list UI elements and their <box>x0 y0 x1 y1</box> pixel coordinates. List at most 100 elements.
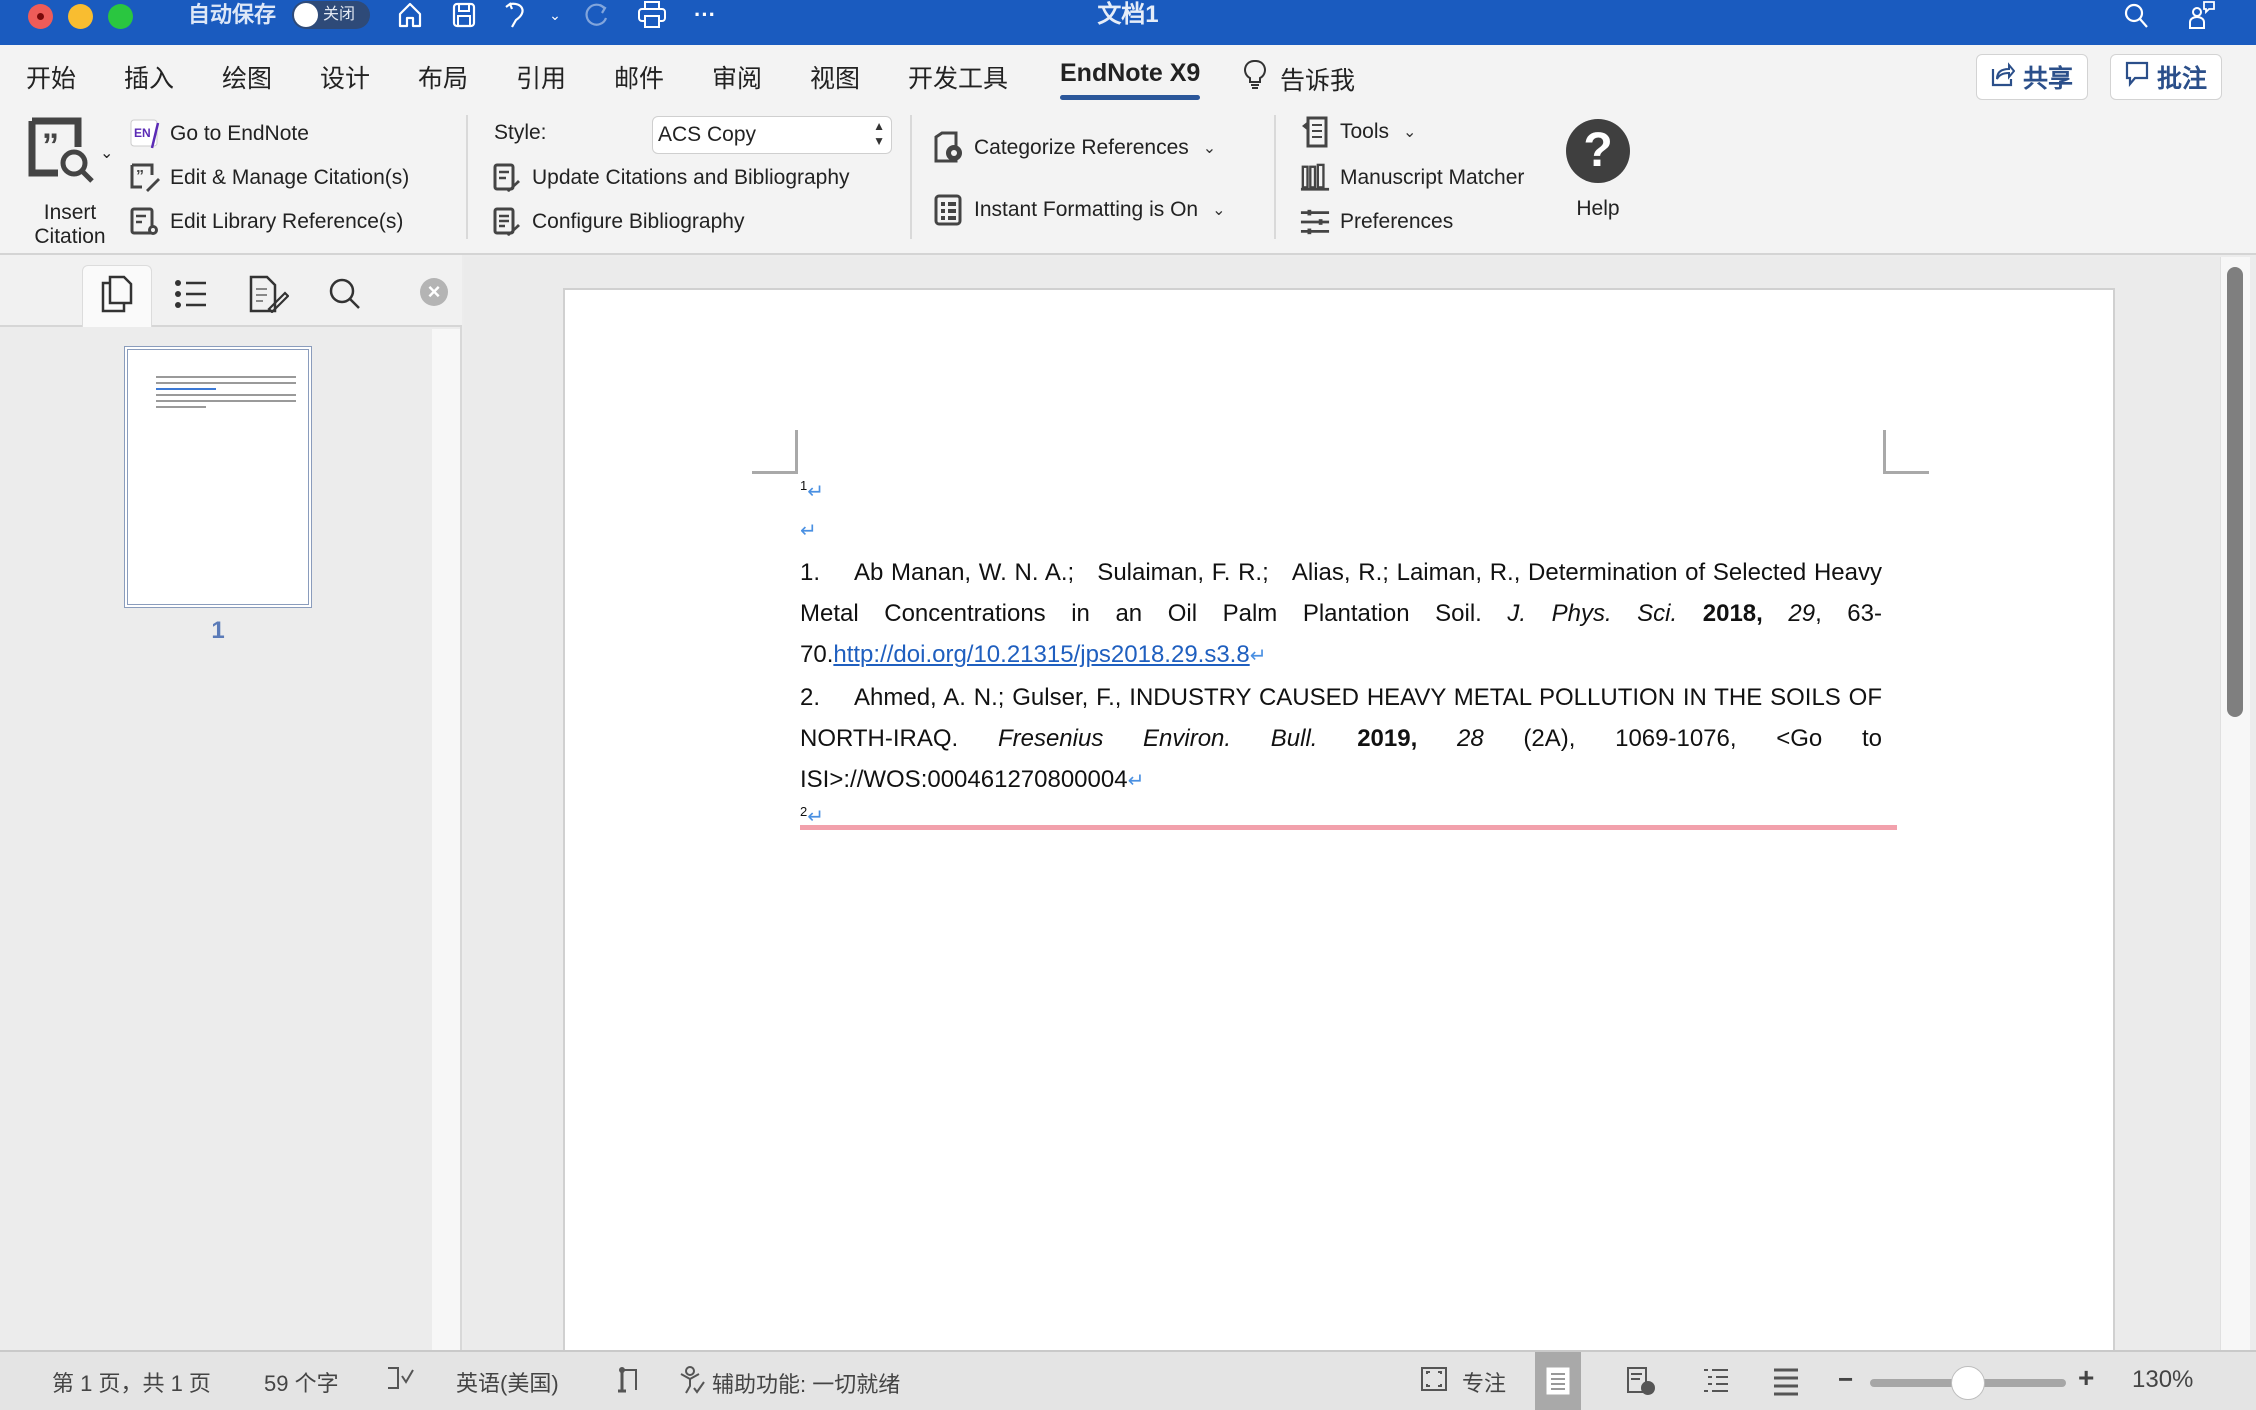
search-tab[interactable] <box>310 265 380 327</box>
crop-mark-right <box>1883 430 1929 474</box>
document-title: 文档1 <box>1097 1 1159 28</box>
edit-document-icon <box>249 275 290 318</box>
tab-references[interactable]: 引用 <box>516 59 566 95</box>
tab-design[interactable]: 设计 <box>320 59 370 95</box>
insert-citation-button[interactable]: ” ⌄ Insert Citation <box>24 117 120 249</box>
search-icon[interactable] <box>2120 0 2152 30</box>
page-count[interactable]: 第 1 页，共 1 页 <box>52 1366 211 1398</box>
doi-link[interactable]: http://doi.org/10.21315/jps2018.29.s3.8 <box>833 641 1249 668</box>
tab-home[interactable]: 开始 <box>26 59 76 95</box>
preferences-label: Preferences <box>1340 210 1454 233</box>
edit-library-references-label: Edit Library Reference(s) <box>170 210 404 233</box>
configure-bibliography-icon <box>492 207 522 237</box>
proofing-icon[interactable] <box>386 1366 416 1390</box>
zoom-out-button[interactable]: − <box>1838 1364 1853 1395</box>
update-citations-label: Update Citations and Bibliography <box>532 166 850 189</box>
outline-view-button[interactable] <box>1702 1366 1730 1396</box>
tools-label: Tools <box>1340 120 1390 143</box>
tab-draw[interactable]: 绘图 <box>222 59 272 95</box>
thumbnails-icon <box>100 275 134 318</box>
thumbnail-text-line <box>156 376 296 378</box>
tell-me[interactable]: 告诉我 <box>1244 59 1355 98</box>
edit-library-references-button[interactable]: Edit Library Reference(s) <box>130 207 403 237</box>
print-layout-view-button[interactable] <box>1535 1352 1581 1410</box>
lightbulb-icon <box>1244 59 1266 98</box>
ribbon-separator <box>466 115 468 239</box>
paragraph: ↵ <box>800 512 1882 552</box>
go-to-endnote-button[interactable]: EN Go to EndNote <box>130 119 309 149</box>
endnote-ribbon: ” ⌄ Insert Citation EN Go to EndNote ” E… <box>0 107 2256 255</box>
instant-formatting-label: Instant Formatting is On <box>974 198 1199 221</box>
draft-view-button[interactable] <box>1772 1366 1800 1396</box>
thumbnails-tab[interactable] <box>82 265 152 327</box>
paragraph-mark-icon: ↵ <box>1249 645 1267 667</box>
document-page[interactable]: 1↵ ↵ 1. Ab Manan, W. N. A.; Sulaiman, F. … <box>563 288 2115 1350</box>
share-button[interactable]: 共享 <box>1976 54 2089 100</box>
help-button[interactable]: ? Help <box>1566 119 1630 239</box>
outline-tab[interactable] <box>156 265 226 327</box>
chevron-down-icon: ⌄ <box>1212 202 1226 219</box>
share-label: 共享 <box>2023 65 2074 93</box>
zoom-level[interactable]: 130% <box>2132 1366 2193 1394</box>
style-select-value: ACS Copy <box>658 123 757 146</box>
entry-number: 1. <box>800 559 821 586</box>
manuscript-matcher-button[interactable]: Manuscript Matcher <box>1300 163 1524 193</box>
chevron-down-icon: ⌄ <box>1202 140 1217 157</box>
close-pane-icon[interactable]: × <box>420 278 448 306</box>
tab-insert[interactable]: 插入 <box>124 59 174 95</box>
style-select[interactable]: ACS Copy ▲ ▼ <box>652 116 892 154</box>
document-body[interactable]: 1↵ ↵ 1. Ab Manan, W. N. A.; Sulaiman, F. … <box>800 476 1882 832</box>
instant-formatting-button[interactable]: Instant Formatting is On ⌄ <box>934 194 1226 226</box>
bibliography-entry: 1. Ab Manan, W. N. A.; Sulaiman, F. R.; A… <box>800 552 1882 677</box>
vertical-scrollbar[interactable] <box>2220 257 2250 1350</box>
zoom-in-button[interactable]: + <box>2078 1362 2094 1394</box>
scrollbar-thumb[interactable] <box>2227 267 2243 717</box>
language[interactable]: 英语(美国) <box>456 1366 559 1398</box>
zoom-slider-handle[interactable] <box>1951 1366 1985 1400</box>
manuscript-matcher-label: Manuscript Matcher <box>1340 166 1525 189</box>
configure-bibliography-label: Configure Bibliography <box>532 210 745 233</box>
edit-library-icon <box>130 207 160 237</box>
manuscript-matcher-icon <box>1300 163 1330 193</box>
page-thumbnail[interactable] <box>124 346 312 608</box>
tab-review[interactable]: 审阅 <box>712 59 762 95</box>
update-bibliography-icon <box>492 163 522 193</box>
insert-citation-label-line2: Citation <box>34 225 106 248</box>
update-citations-button[interactable]: Update Citations and Bibliography <box>492 163 850 193</box>
preferences-button[interactable]: Preferences <box>1300 207 1453 237</box>
edit-document-tab[interactable] <box>234 265 304 327</box>
comments-button[interactable]: 批注 <box>2110 54 2223 100</box>
tab-view[interactable]: 视图 <box>810 59 860 95</box>
tab-layout[interactable]: 布局 <box>418 59 468 95</box>
edit-manage-citations-button[interactable]: ” Edit & Manage Citation(s) <box>130 163 409 193</box>
tab-mailings[interactable]: 邮件 <box>614 59 664 95</box>
preferences-sliders-icon <box>1300 207 1330 237</box>
text-predictions-icon[interactable] <box>616 1366 642 1394</box>
insert-citation-label: Insert Citation <box>24 201 116 249</box>
crop-mark-left <box>752 430 798 474</box>
configure-bibliography-button[interactable]: Configure Bibliography <box>492 207 744 237</box>
tab-endnote[interactable]: EndNote X9 <box>1060 59 1201 100</box>
title-bar: 自动保存 关闭 ⌄ ··· 文档1 <box>0 0 2256 45</box>
style-label: Style: <box>494 121 547 144</box>
accessibility-status[interactable]: 辅助功能: 一切就绪 <box>678 1366 900 1400</box>
tools-button[interactable]: Tools ⌄ <box>1300 116 1416 148</box>
svg-text:”: ” <box>42 127 59 165</box>
categorize-references-button[interactable]: Categorize References ⌄ <box>934 131 1217 163</box>
share-icon <box>1991 61 2016 94</box>
insert-citation-dropdown-icon[interactable]: ⌄ <box>100 143 113 163</box>
focus-mode-button[interactable]: 专注 <box>1420 1366 1506 1398</box>
navigation-pane-scrollbar[interactable] <box>432 329 460 1350</box>
thumbnail-link-line <box>156 388 216 390</box>
word-count[interactable]: 59 个字 <box>264 1366 339 1398</box>
thumbnail-text-line <box>156 382 296 384</box>
navigation-pane: × 1 <box>0 255 462 1350</box>
document-canvas: 1↵ ↵ 1. Ab Manan, W. N. A.; Sulaiman, F. … <box>464 257 2220 1350</box>
help-icon: ? <box>1566 119 1630 183</box>
web-layout-view-button[interactable] <box>1626 1366 1656 1396</box>
status-bar: 第 1 页，共 1 页 59 个字 英语(美国) 辅助功能: 一切就绪 专注 −… <box>0 1350 2256 1410</box>
account-icon[interactable] <box>2186 0 2218 30</box>
outline-icon <box>174 278 208 315</box>
tab-developer[interactable]: 开发工具 <box>908 59 1008 95</box>
entry-journal: J. Phys. Sci. <box>1507 600 1678 627</box>
